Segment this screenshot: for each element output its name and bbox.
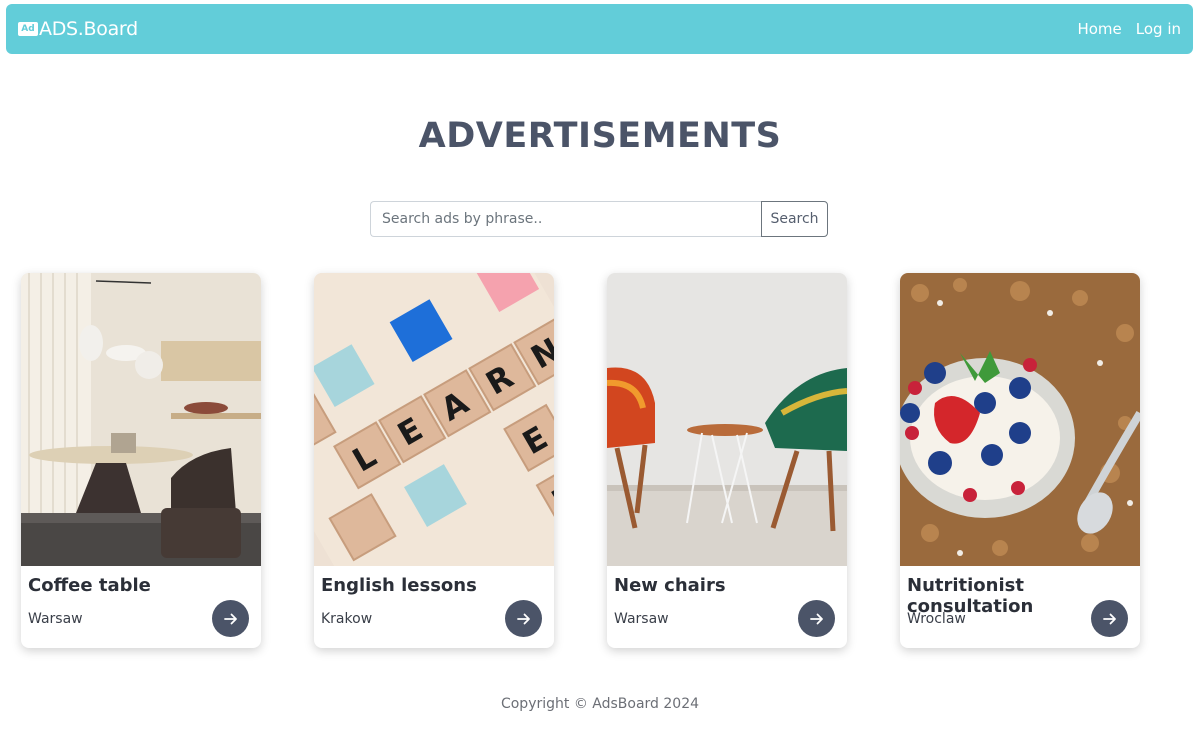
ad-card[interactable]: LE AR NEM English lessons Krakow [314,273,554,648]
nav-login-link[interactable]: Log in [1136,20,1181,38]
brand-text: ADS.Board [39,18,138,40]
ad-card[interactable]: Nutritionist consultation Wroclaw [900,273,1140,648]
arrow-right-icon [516,613,530,624]
ad-title: English lessons [321,575,477,596]
search-input[interactable] [370,201,761,237]
ad-card[interactable]: New chairs Warsaw [607,273,847,648]
ad-image-nutritionist[interactable] [900,273,1140,566]
ad-title: Coffee table [28,575,151,596]
open-ad-button[interactable] [505,600,542,637]
ad-city: Wroclaw [907,611,966,627]
ad-image-new-chairs[interactable] [607,273,847,566]
page-title: ADVERTISEMENTS [418,116,782,156]
nav-home-link[interactable]: Home [1077,20,1121,38]
ad-city: Krakow [321,611,373,627]
ad-image-english-lessons[interactable]: LE AR NEM [314,273,554,566]
arrow-right-icon [223,613,237,624]
ad-card[interactable]: Coffee table Warsaw [21,273,261,648]
open-ad-button[interactable] [798,600,835,637]
ad-city: Warsaw [614,611,669,627]
search-button[interactable]: Search [761,201,828,237]
ad-image-coffee-table[interactable] [21,273,261,566]
brand-link[interactable]: Ad ADS.Board [18,18,138,40]
footer-copyright: Copyright © AdsBoard 2024 [500,696,700,712]
nav-links: Home Log in [1077,20,1181,38]
open-ad-button[interactable] [1091,600,1128,637]
ad-logo-icon: Ad [18,22,38,36]
navbar: Ad ADS.Board Home Log in [6,4,1193,54]
arrow-right-icon [1102,613,1116,624]
ad-city: Warsaw [28,611,83,627]
search-bar: Search [370,201,828,237]
ad-title: New chairs [614,575,726,596]
open-ad-button[interactable] [212,600,249,637]
arrow-right-icon [809,613,823,624]
